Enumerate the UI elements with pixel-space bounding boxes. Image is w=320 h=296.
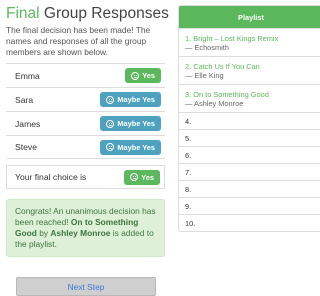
- title-rest: Group Responses: [39, 5, 169, 22]
- song-title: Bright – Lost Kings Remix: [193, 33, 279, 43]
- item-number: 5.: [185, 133, 192, 143]
- item-number: 1.: [185, 33, 192, 43]
- alert-text: by: [36, 228, 51, 238]
- final-choice-box: Your final choice is Yes: [6, 165, 165, 189]
- playlist-header: Playlist: [179, 6, 320, 28]
- item-number: 4.: [185, 116, 192, 126]
- song-artist: — Ashley Monroe: [185, 98, 244, 108]
- playlist-item: 5.: [179, 129, 320, 146]
- alert-artist: Ashley Monroe: [50, 228, 111, 238]
- item-number: 3.: [185, 89, 192, 99]
- response-label: Maybe Yes: [117, 95, 155, 104]
- playlist-item: 2. Catch Us If You Can — Elle King: [179, 56, 320, 84]
- final-choice-value: Yes: [141, 172, 154, 182]
- playlist-item: 7.: [179, 163, 320, 180]
- member-name: Sara: [15, 94, 34, 105]
- playlist-item: 9.: [179, 197, 320, 214]
- smiley-icon: [130, 173, 139, 181]
- page-description: The final decision has been made! The na…: [6, 25, 151, 57]
- next-step-button[interactable]: Next Step: [16, 277, 156, 296]
- response-row: Steve Maybe Yes: [6, 135, 165, 159]
- member-name: Emma: [15, 70, 40, 81]
- member-name: James: [15, 118, 41, 129]
- responses-list: Emma Yes Sara Maybe Yes James Maybe Yes …: [6, 63, 165, 159]
- final-choice-badge: Yes: [124, 169, 160, 185]
- item-number: 8.: [185, 184, 192, 194]
- response-row: James Maybe Yes: [6, 111, 165, 135]
- title-accent: Final: [6, 5, 40, 22]
- response-label: Yes: [142, 71, 155, 80]
- item-number: 10.: [185, 218, 196, 228]
- smiley-icon: [106, 143, 115, 151]
- playlist-item: 4.: [179, 112, 320, 129]
- smiley-icon: [131, 71, 140, 80]
- response-badge: Maybe Yes: [100, 92, 161, 107]
- response-row: Emma Yes: [6, 63, 165, 87]
- smiley-icon: [106, 119, 115, 128]
- playlist-item: 1. Bright – Lost Kings Remix — Echosmith: [179, 28, 320, 56]
- playlist-item: 8.: [179, 180, 320, 197]
- playlist-item: 3. On to Something Good — Ashley Monroe: [179, 84, 320, 112]
- item-number: 2.: [185, 61, 192, 71]
- item-number: 7.: [185, 167, 192, 177]
- response-badge: Yes: [125, 68, 161, 83]
- song-title: On to Something Good: [193, 89, 269, 99]
- song-artist: — Echosmith: [185, 42, 229, 52]
- playlist-item: 10.: [179, 214, 320, 231]
- playlist-panel: Playlist 1. Bright – Lost Kings Remix — …: [178, 5, 320, 232]
- song-title: Catch Us If You Can: [193, 61, 260, 71]
- smiley-icon: [106, 95, 115, 104]
- item-number: 6.: [185, 150, 192, 160]
- member-name: Steve: [15, 142, 37, 152]
- success-alert: Congrats! An unanimous decision has been…: [6, 199, 165, 257]
- response-badge: Maybe Yes: [100, 116, 161, 131]
- page-title: Final Group Responses: [6, 5, 169, 23]
- response-row: Sara Maybe Yes: [6, 87, 165, 111]
- song-artist: — Elle King: [185, 70, 224, 80]
- final-choice-label: Your final choice is: [15, 172, 87, 182]
- playlist-item: 6.: [179, 146, 320, 163]
- response-label: Maybe Yes: [117, 142, 155, 152]
- response-label: Maybe Yes: [117, 119, 155, 128]
- responses-panel: Final Group Responses The final decision…: [6, 5, 169, 257]
- response-badge: Maybe Yes: [100, 139, 161, 155]
- item-number: 9.: [185, 201, 192, 211]
